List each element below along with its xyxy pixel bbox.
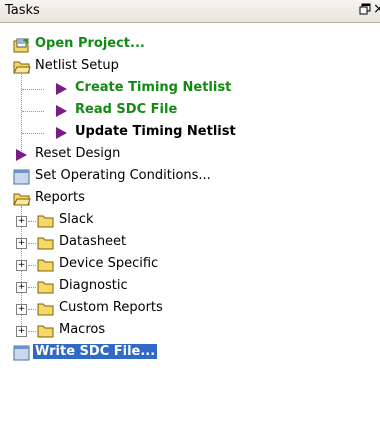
tree-connector	[22, 133, 44, 134]
play-arrow-icon	[56, 83, 67, 95]
task-reset-design[interactable]: Reset Design	[0, 144, 380, 166]
expand-icon[interactable]: +	[16, 216, 27, 227]
tree-connector	[28, 243, 36, 244]
float-window-icon[interactable]	[359, 3, 371, 15]
task-update-timing-netlist[interactable]: Update Timing Netlist	[0, 122, 380, 144]
device-specific-label: Device Specific	[59, 256, 159, 271]
tree-connector	[28, 265, 36, 266]
folder-slack[interactable]: + Slack	[0, 210, 380, 232]
datasheet-label: Datasheet	[59, 234, 127, 249]
folder-icon	[37, 215, 54, 228]
folder-icon	[37, 237, 54, 250]
expand-icon[interactable]: +	[16, 238, 27, 249]
reports-label: Reports	[35, 190, 85, 205]
custom-reports-label: Custom Reports	[59, 300, 163, 315]
open-folder-icon	[13, 193, 31, 206]
dialog-window-icon	[13, 345, 30, 361]
folder-icon	[37, 281, 54, 294]
tree-connector	[28, 221, 36, 222]
expand-icon[interactable]: +	[16, 304, 27, 315]
netlist-setup-label: Netlist Setup	[35, 58, 119, 73]
macros-label: Macros	[59, 322, 106, 337]
folder-datasheet[interactable]: + Datasheet	[0, 232, 380, 254]
panel-title: Tasks	[5, 3, 40, 18]
folder-device-specific[interactable]: + Device Specific	[0, 254, 380, 276]
dialog-window-icon	[13, 169, 30, 185]
play-arrow-icon	[16, 149, 27, 161]
expand-icon[interactable]: +	[16, 282, 27, 293]
set-operating-conditions-label: Set Operating Conditions...	[35, 168, 211, 183]
folder-macros[interactable]: + Macros	[0, 320, 380, 342]
folder-icon	[37, 325, 54, 338]
expand-icon[interactable]: +	[16, 326, 27, 337]
folder-custom-reports[interactable]: + Custom Reports	[0, 298, 380, 320]
folder-icon	[37, 303, 54, 316]
folder-netlist-setup[interactable]: Netlist Setup	[0, 56, 380, 78]
close-icon[interactable]: ×	[373, 1, 380, 17]
slack-label: Slack	[59, 212, 94, 227]
task-create-timing-netlist[interactable]: Create Timing Netlist	[0, 78, 380, 100]
tasks-panel-header: Tasks ×	[0, 0, 380, 23]
task-write-sdc-file[interactable]: Write SDC File...	[0, 342, 380, 364]
task-open-project[interactable]: Open Project...	[0, 34, 380, 56]
tree-connector	[28, 287, 36, 288]
play-arrow-icon	[56, 127, 67, 139]
tree-connector	[22, 89, 44, 90]
diagnostic-label: Diagnostic	[59, 278, 128, 293]
expand-icon[interactable]: +	[16, 260, 27, 271]
folder-icon	[37, 259, 54, 272]
folder-diagnostic[interactable]: + Diagnostic	[0, 276, 380, 298]
create-timing-netlist-label: Create Timing Netlist	[75, 80, 232, 95]
task-set-operating-conditions[interactable]: Set Operating Conditions...	[0, 166, 380, 188]
tree-connector	[22, 111, 44, 112]
tree-connector	[28, 331, 36, 332]
open-folder-icon	[13, 61, 31, 74]
read-sdc-file-label: Read SDC File	[75, 102, 178, 117]
update-timing-netlist-label: Update Timing Netlist	[75, 124, 236, 139]
write-sdc-file-label: Write SDC File...	[33, 344, 158, 359]
folder-reports[interactable]: Reports	[0, 188, 380, 210]
tree-connector	[28, 309, 36, 310]
task-read-sdc-file[interactable]: Read SDC File	[0, 100, 380, 122]
open-project-icon	[13, 38, 29, 53]
reset-design-label: Reset Design	[35, 146, 121, 161]
play-arrow-icon	[56, 105, 67, 117]
open-project-label: Open Project...	[35, 36, 145, 51]
